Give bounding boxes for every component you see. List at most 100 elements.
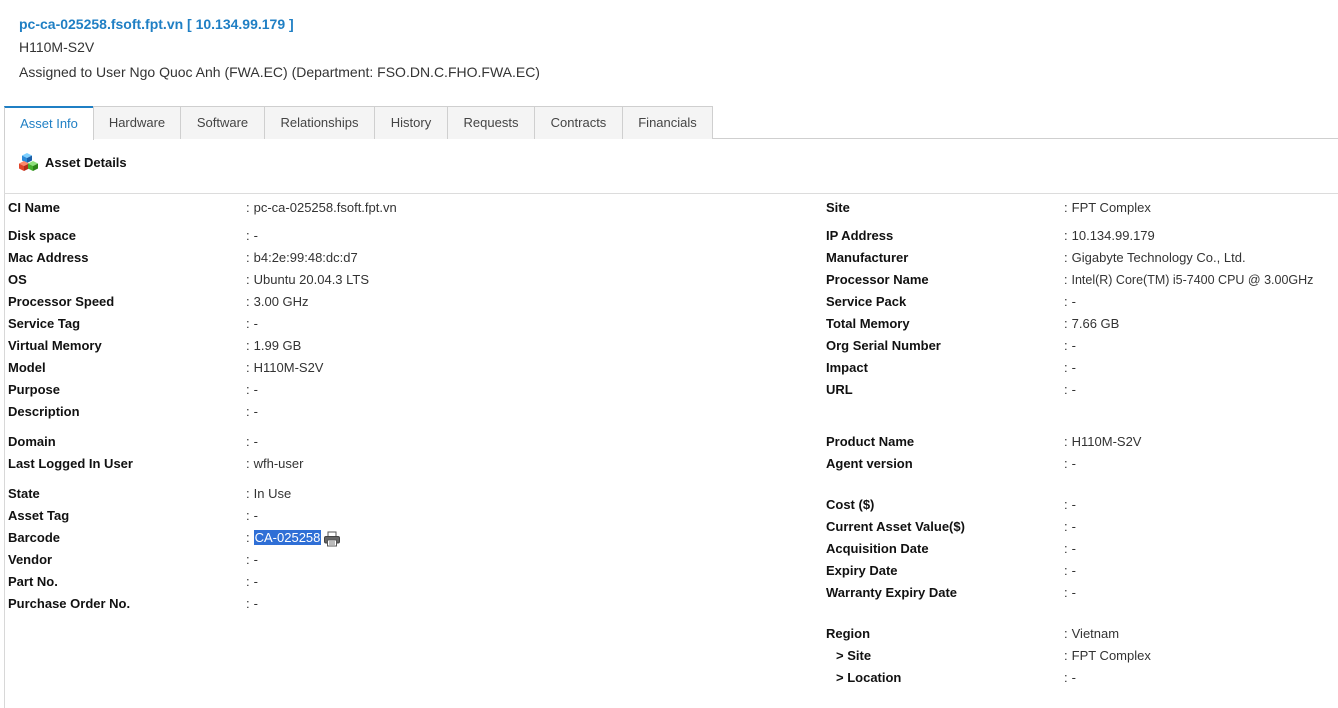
tab-contracts[interactable]: Contracts xyxy=(534,106,623,139)
section-divider xyxy=(4,193,1338,194)
value-text: - xyxy=(1071,360,1076,375)
field-value: : Ubuntu 20.04.3 LTS xyxy=(246,272,369,288)
colon: : xyxy=(246,338,250,353)
ci-name-value: pc-ca-025258.fsoft.fpt.vn xyxy=(253,200,397,215)
field-value: : wfh-user xyxy=(246,456,303,472)
field-value: :- xyxy=(246,552,258,568)
cubes-icon xyxy=(19,153,38,171)
value-text: H110M-S2V xyxy=(253,360,324,375)
assigned-user-text: Assigned to User Ngo Quoc Anh (FWA.EC) (… xyxy=(19,64,540,80)
section-title: Asset Details xyxy=(45,154,127,170)
field-value: : In Use xyxy=(246,486,291,502)
field-label: Last Logged In User xyxy=(8,456,133,471)
value-text: Intel(R) Core(TM) i5-7400 CPU @ 3.00GHz xyxy=(1071,273,1314,287)
colon: : xyxy=(246,486,250,501)
colon: : xyxy=(1064,360,1068,375)
field-label: Purpose xyxy=(8,382,61,397)
tab-requests[interactable]: Requests xyxy=(447,106,535,139)
field-value: :- xyxy=(246,434,258,450)
colon: : xyxy=(246,294,250,309)
field-value: : Vietnam xyxy=(1064,626,1119,642)
printer-icon[interactable] xyxy=(323,531,341,547)
field-value: :- xyxy=(1064,541,1076,557)
field-label: > Site xyxy=(836,648,872,663)
field-label: Vendor xyxy=(8,552,53,567)
colon: : xyxy=(1064,294,1068,309)
field-value: :- xyxy=(1064,670,1076,686)
field-value: : Gigabyte Technology Co., Ltd. xyxy=(1064,250,1246,266)
field-value: :- xyxy=(246,382,258,398)
field-value: :3.00 GHz xyxy=(246,294,309,310)
field-value: :- xyxy=(246,316,258,332)
colon: : xyxy=(1064,519,1068,534)
field-label: Warranty Expiry Date xyxy=(826,585,958,600)
value-text: - xyxy=(253,552,258,567)
value-text: 10.134.99.179 xyxy=(1071,228,1155,243)
colon: : xyxy=(246,456,250,471)
left-border xyxy=(4,107,5,708)
colon: : xyxy=(1064,316,1068,331)
colon: : xyxy=(246,530,250,545)
value-text: - xyxy=(253,574,258,589)
colon: : xyxy=(246,382,250,397)
field-label: Cost ($) xyxy=(826,497,875,512)
colon: : xyxy=(1064,626,1068,641)
field-label: Processor Name xyxy=(826,272,929,287)
field-value: :1.99 GB xyxy=(246,338,301,354)
colon: : xyxy=(1064,250,1068,265)
field-value: :- xyxy=(1064,585,1076,601)
field-value: :- xyxy=(1064,456,1076,472)
colon: : xyxy=(246,360,250,375)
colon: : xyxy=(1064,382,1068,397)
colon: : xyxy=(246,596,250,611)
field-value: : b4:2e:99:48:dc:d7 xyxy=(246,250,358,266)
colon: : xyxy=(1064,338,1068,353)
field-value: : CA-025258 xyxy=(246,530,341,547)
colon: : xyxy=(1064,563,1068,578)
colon: : xyxy=(1064,200,1068,215)
field-label: Product Name xyxy=(826,434,915,449)
field-value: : H110M-S2V xyxy=(1064,434,1141,450)
field-label: Virtual Memory xyxy=(8,338,102,353)
tab-asset-info[interactable]: Asset Info xyxy=(4,106,94,140)
field-value: :10.134.99.179 xyxy=(1064,228,1155,244)
field-label: Current Asset Value($) xyxy=(826,519,965,534)
field-value: :- xyxy=(246,508,258,524)
asset-title[interactable]: pc-ca-025258.fsoft.fpt.vn [ 10.134.99.17… xyxy=(19,14,540,34)
asset-model: H110M-S2V xyxy=(19,39,95,55)
colon: : xyxy=(1064,648,1068,663)
field-value: : Intel(R) Core(TM) i5-7400 CPU @ 3.00GHz xyxy=(1064,272,1313,288)
field-label: Total Memory xyxy=(826,316,910,331)
tab-relationships[interactable]: Relationships xyxy=(264,106,375,139)
colon: : xyxy=(1064,434,1068,449)
tab-bar: Asset Info Hardware Software Relationshi… xyxy=(4,106,1338,140)
field-label: Agent version xyxy=(826,456,913,471)
field-value: :- xyxy=(246,404,258,420)
value-text: - xyxy=(1071,670,1076,685)
field-value: : H110M-S2V xyxy=(246,360,323,376)
colon: : xyxy=(1064,585,1068,600)
colon: : xyxy=(246,434,250,449)
colon: : xyxy=(1064,228,1068,243)
field-value: : FPT Complex xyxy=(1064,200,1151,216)
field-label: Processor Speed xyxy=(8,294,115,309)
value-text: - xyxy=(1071,338,1076,353)
field-value: :- xyxy=(1064,360,1076,376)
tab-software[interactable]: Software xyxy=(180,106,265,139)
value-text: - xyxy=(1071,585,1076,600)
value-text: FPT Complex xyxy=(1071,648,1151,663)
field-label: Domain xyxy=(8,434,56,449)
field-label: OS xyxy=(8,272,27,287)
value-text: - xyxy=(253,404,258,419)
colon: : xyxy=(1064,456,1068,471)
value-text: In Use xyxy=(253,486,292,501)
value-text: b4:2e:99:48:dc:d7 xyxy=(253,250,358,265)
value-text: Gigabyte Technology Co., Ltd. xyxy=(1071,250,1246,265)
colon: : xyxy=(246,272,250,287)
tab-hardware[interactable]: Hardware xyxy=(93,106,181,139)
barcode-value[interactable]: CA-025258 xyxy=(253,530,322,545)
value-text: wfh-user xyxy=(253,456,304,471)
field-label: Region xyxy=(826,626,871,641)
tab-history[interactable]: History xyxy=(374,106,448,139)
tab-financials[interactable]: Financials xyxy=(622,106,713,139)
